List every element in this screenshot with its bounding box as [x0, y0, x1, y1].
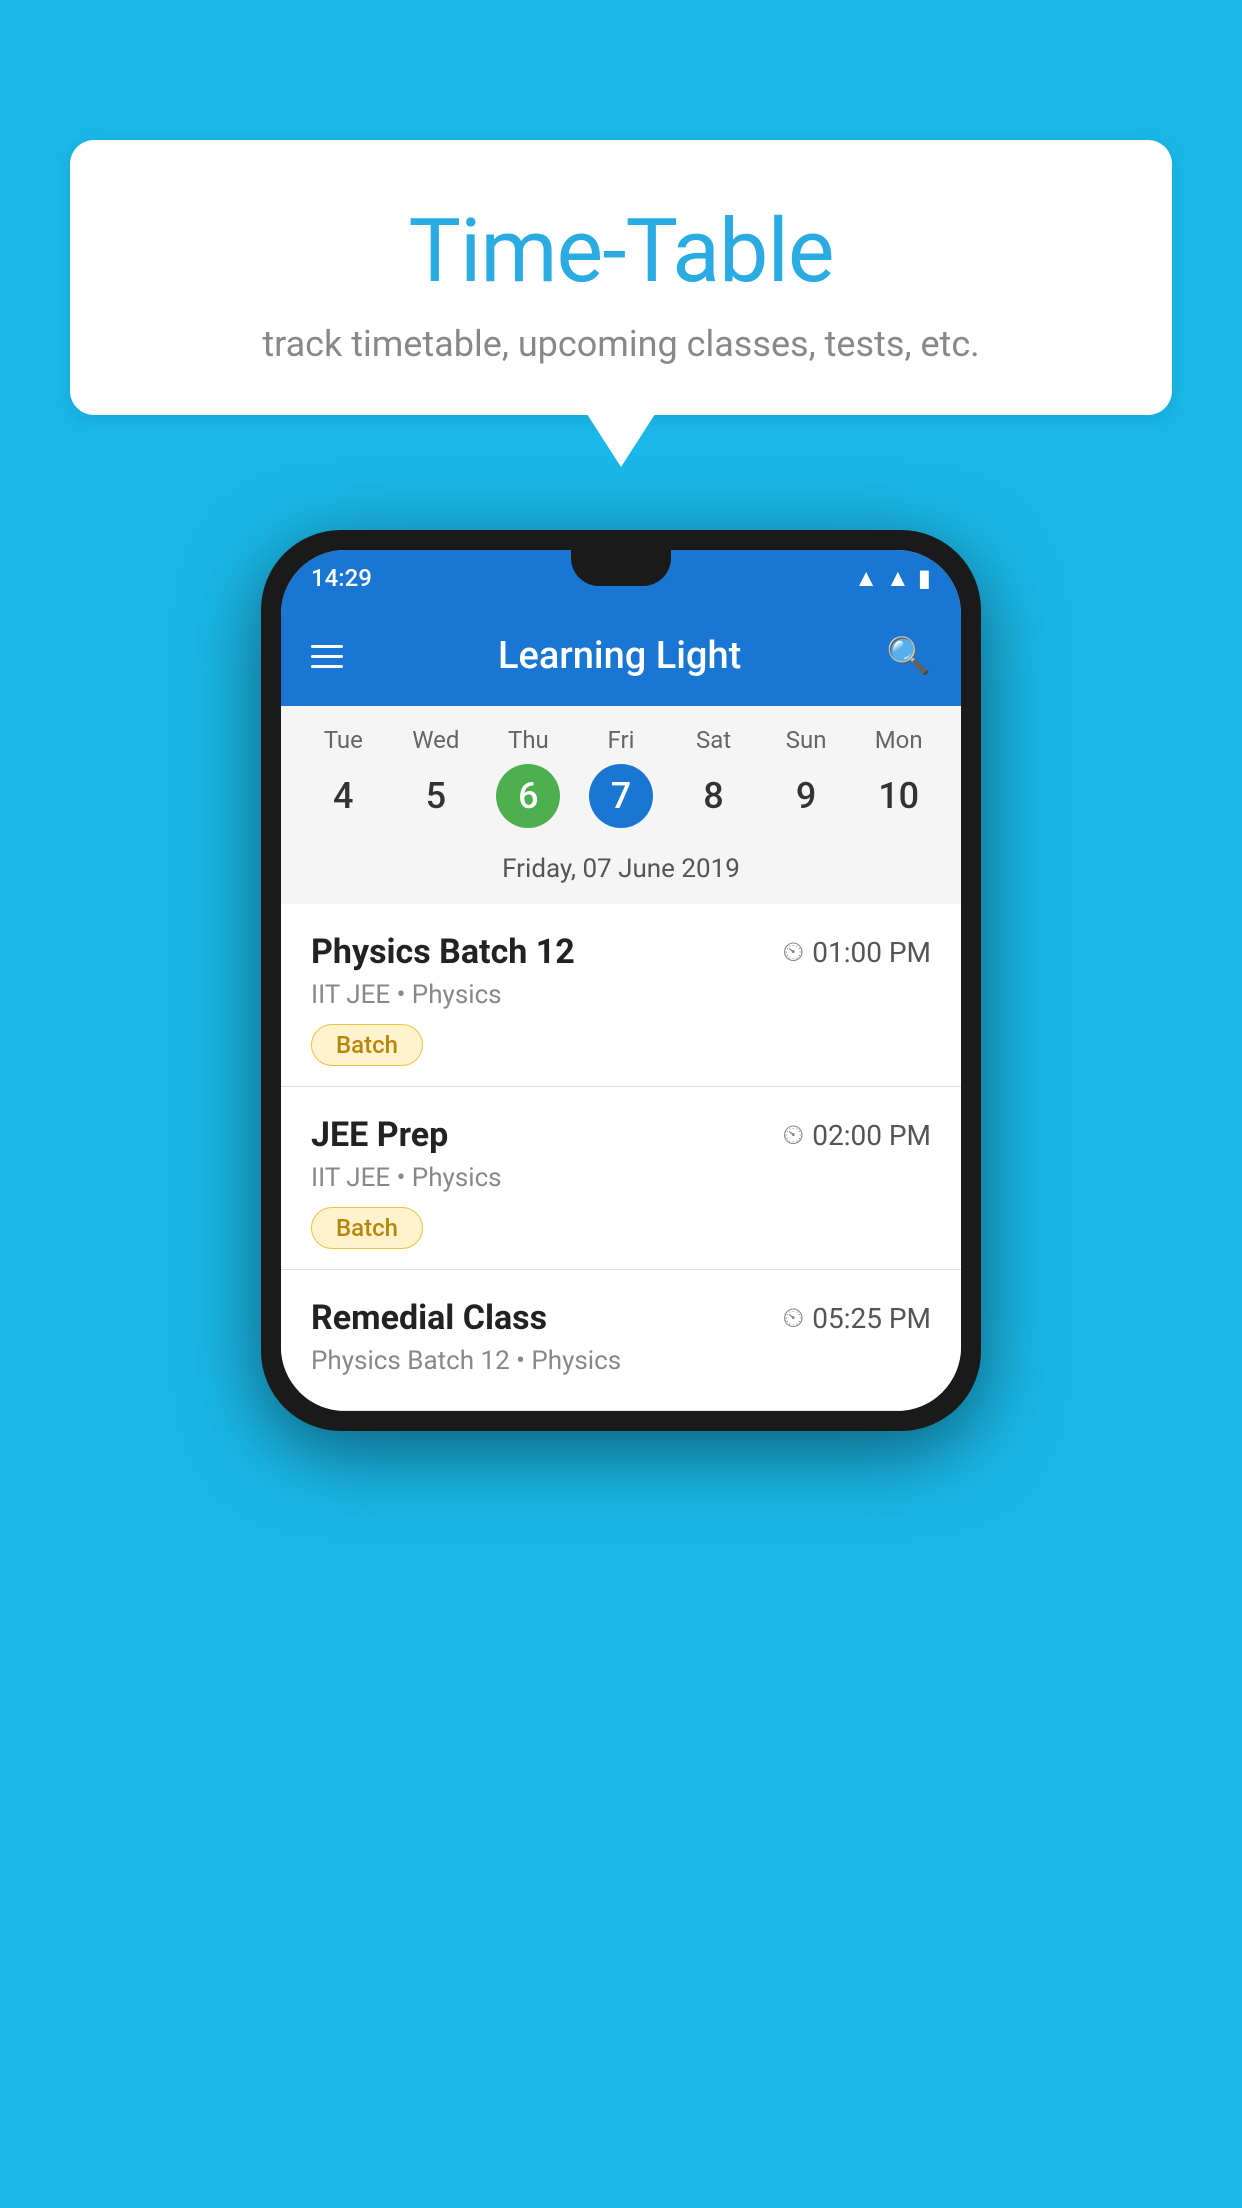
day-col-tue[interactable]: Tue 4 [303, 726, 383, 828]
batch-badge-1: Batch [311, 1024, 423, 1066]
day-number-thu: 6 [496, 764, 560, 828]
wifi-icon: ▲ [854, 564, 878, 593]
days-row: Tue 4 Wed 5 Thu 6 Fri 7 [297, 726, 945, 840]
app-bar: Learning Light 🔍 [281, 606, 961, 706]
schedule-title-1: Physics Batch 12 [311, 932, 575, 972]
schedule-subtitle-1: IIT JEE • Physics [311, 980, 931, 1010]
phone-inner: 14:29 ▲ ▲ ▮ Learning Light 🔍 [281, 550, 961, 1411]
day-label-sun: Sun [786, 726, 827, 754]
day-col-thu[interactable]: Thu 6 [488, 726, 568, 828]
day-col-wed[interactable]: Wed 5 [396, 726, 476, 828]
clock-icon-2: ⏲ [782, 1118, 804, 1152]
batch-badge-2: Batch [311, 1207, 423, 1249]
status-icons: ▲ ▲ ▮ [854, 564, 931, 593]
schedule-subtitle-2: IIT JEE • Physics [311, 1163, 931, 1193]
battery-icon: ▮ [918, 564, 931, 592]
schedule-subtitle-3: Physics Batch 12 • Physics [311, 1346, 931, 1376]
calendar-section: Tue 4 Wed 5 Thu 6 Fri 7 [281, 706, 961, 904]
status-time: 14:29 [311, 564, 372, 592]
bubble-title: Time-Table [110, 200, 1132, 303]
schedule-time-3: ⏲ 05:25 PM [782, 1301, 931, 1335]
schedule-item-1[interactable]: Physics Batch 12 ⏲ 01:00 PM IIT JEE • Ph… [281, 904, 961, 1087]
schedule-item-2-header: JEE Prep ⏲ 02:00 PM [311, 1115, 931, 1155]
day-label-mon: Mon [875, 726, 923, 754]
search-icon[interactable]: 🔍 [886, 635, 931, 677]
app-bar-title: Learning Light [377, 634, 862, 678]
clock-icon-3: ⏲ [782, 1301, 804, 1335]
selected-date-label: Friday, 07 June 2019 [297, 840, 945, 904]
phone-mockup: 14:29 ▲ ▲ ▮ Learning Light 🔍 [261, 530, 981, 1431]
schedule-title-3: Remedial Class [311, 1298, 547, 1338]
signal-icon: ▲ [886, 564, 910, 593]
schedule-title-2: JEE Prep [311, 1115, 448, 1155]
day-number-fri: 7 [589, 764, 653, 828]
phone-notch [571, 550, 671, 586]
day-label-wed: Wed [412, 726, 459, 754]
schedule-time-2: ⏲ 02:00 PM [782, 1118, 931, 1152]
day-number-sun: 9 [774, 764, 838, 828]
day-label-thu: Thu [508, 726, 549, 754]
day-number-sat: 8 [682, 764, 746, 828]
hamburger-icon[interactable] [311, 645, 343, 668]
day-label-fri: Fri [608, 726, 635, 754]
day-col-fri[interactable]: Fri 7 [581, 726, 661, 828]
phone-outer: 14:29 ▲ ▲ ▮ Learning Light 🔍 [261, 530, 981, 1431]
schedule-item-3[interactable]: Remedial Class ⏲ 05:25 PM Physics Batch … [281, 1270, 961, 1411]
day-col-mon[interactable]: Mon 10 [859, 726, 939, 828]
day-number-mon: 10 [867, 764, 931, 828]
day-col-sat[interactable]: Sat 8 [674, 726, 754, 828]
bubble-subtitle: track timetable, upcoming classes, tests… [110, 323, 1132, 365]
day-label-tue: Tue [324, 726, 363, 754]
day-number-tue: 4 [311, 764, 375, 828]
speech-bubble: Time-Table track timetable, upcoming cla… [70, 140, 1172, 415]
speech-bubble-container: Time-Table track timetable, upcoming cla… [70, 140, 1172, 415]
day-label-sat: Sat [696, 726, 731, 754]
day-col-sun[interactable]: Sun 9 [766, 726, 846, 828]
schedule-time-1: ⏲ 01:00 PM [782, 935, 931, 969]
schedule-item-1-header: Physics Batch 12 ⏲ 01:00 PM [311, 932, 931, 972]
day-number-wed: 5 [404, 764, 468, 828]
schedule-item-3-header: Remedial Class ⏲ 05:25 PM [311, 1298, 931, 1338]
schedule-item-2[interactable]: JEE Prep ⏲ 02:00 PM IIT JEE • Physics Ba… [281, 1087, 961, 1270]
schedule-list: Physics Batch 12 ⏲ 01:00 PM IIT JEE • Ph… [281, 904, 961, 1411]
clock-icon-1: ⏲ [782, 935, 804, 969]
